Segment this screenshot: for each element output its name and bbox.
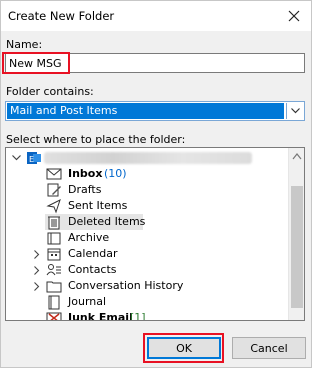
dialog-title: Create New Folder bbox=[8, 9, 115, 23]
tree-item-deleted-items[interactable]: Deleted Items bbox=[6, 214, 288, 230]
tree-item-journal[interactable]: Journal bbox=[6, 294, 288, 310]
folder-contains-label: Folder contains: bbox=[6, 85, 94, 98]
inbox-icon bbox=[46, 166, 62, 182]
tree-account-row[interactable]: E bbox=[6, 150, 288, 166]
chevron-right-icon[interactable] bbox=[32, 281, 42, 291]
blurred-account-name bbox=[44, 152, 252, 164]
calendar-icon bbox=[46, 246, 62, 262]
unread-count: (10) bbox=[104, 167, 127, 180]
junk-icon bbox=[46, 310, 62, 320]
tree-item-label: Deleted Items bbox=[68, 215, 146, 228]
title-bar: Create New Folder bbox=[1, 1, 311, 31]
folder-contains-select[interactable]: Mail and Post Items bbox=[5, 101, 305, 121]
tree-item-label: Drafts bbox=[68, 183, 102, 196]
tree-item-label: Junk Email bbox=[68, 311, 133, 321]
tree-item-junk-email[interactable]: Junk Email [1] bbox=[6, 310, 288, 321]
ok-highlight-annotation bbox=[143, 333, 224, 363]
trash-icon bbox=[46, 214, 62, 230]
chevron-down-icon[interactable] bbox=[11, 153, 21, 163]
chevron-up-icon[interactable] bbox=[292, 152, 302, 160]
tree-item-label: Archive bbox=[68, 231, 110, 244]
tree-item-archive[interactable]: Archive bbox=[6, 230, 288, 246]
scroll-thumb[interactable] bbox=[291, 186, 303, 308]
tree-item-label: Calendar bbox=[68, 247, 118, 260]
chevron-right-icon[interactable] bbox=[32, 249, 42, 259]
name-label: Name: bbox=[6, 38, 43, 51]
tree-item-inbox[interactable]: Inbox (10) bbox=[6, 166, 288, 182]
tree-item-label: Sent Items bbox=[68, 199, 128, 212]
tree-item-conversation-history[interactable]: Conversation History bbox=[6, 278, 288, 294]
drafts-icon bbox=[46, 182, 62, 198]
create-new-folder-dialog: Create New Folder Name: Folder contains:… bbox=[0, 0, 312, 368]
journal-icon bbox=[46, 294, 62, 310]
cancel-button[interactable]: Cancel bbox=[232, 337, 306, 359]
chevron-right-icon[interactable] bbox=[32, 265, 42, 275]
chevron-down-icon[interactable] bbox=[286, 103, 303, 119]
close-icon bbox=[288, 10, 300, 22]
name-highlight-annotation bbox=[2, 52, 70, 74]
archive-icon bbox=[46, 230, 62, 246]
unread-count: [1] bbox=[130, 311, 146, 321]
location-label: Select where to place the folder: bbox=[6, 133, 186, 146]
close-button[interactable] bbox=[283, 5, 305, 27]
outlook-account-icon: E bbox=[26, 150, 42, 166]
folder-contains-value: Mail and Post Items bbox=[7, 103, 284, 119]
tree-item-calendar[interactable]: Calendar bbox=[6, 246, 288, 262]
folder-icon bbox=[46, 278, 62, 294]
tree-item-label: Journal bbox=[68, 295, 107, 308]
tree-item-label: Contacts bbox=[68, 263, 117, 276]
tree-scrollbar[interactable] bbox=[288, 148, 304, 320]
tree-item-label: Inbox bbox=[68, 167, 103, 180]
sent-items-icon bbox=[46, 198, 62, 214]
tree-item-contacts[interactable]: Contacts bbox=[6, 262, 288, 278]
svg-text:E: E bbox=[29, 155, 34, 164]
tree-item-drafts[interactable]: Drafts bbox=[6, 182, 288, 198]
contacts-icon bbox=[46, 262, 62, 278]
folder-tree[interactable]: E Inbox (10) Drafts Sent Items Deleted I… bbox=[5, 147, 305, 321]
tree-item-sent-items[interactable]: Sent Items bbox=[6, 198, 288, 214]
tree-item-label: Conversation History bbox=[68, 279, 184, 292]
